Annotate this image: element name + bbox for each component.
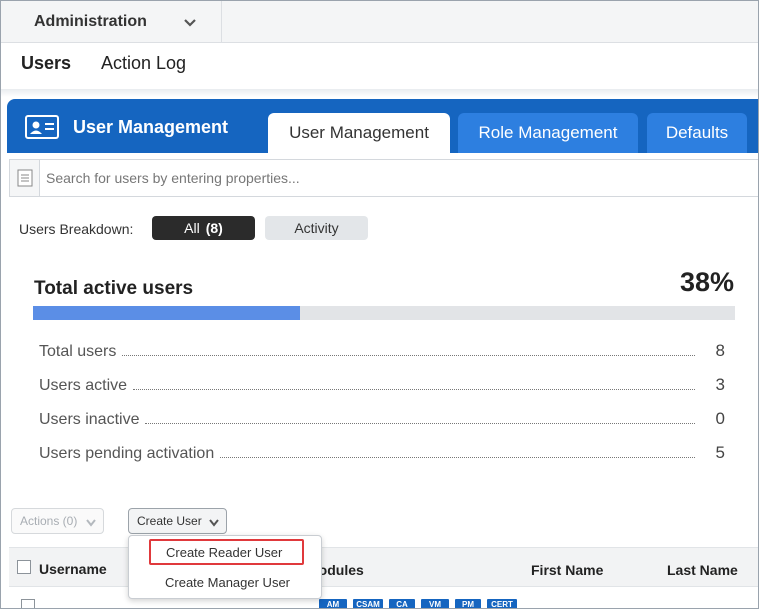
module-badge: CSAM: [353, 599, 383, 608]
summary-percent: 38%: [679, 267, 734, 297]
create-user-button[interactable]: Create User: [128, 508, 227, 534]
app-title: User Management: [73, 117, 229, 137]
stat-leader: [145, 423, 695, 424]
module-badge: AM: [319, 599, 347, 608]
module-selector-label: Administration: [34, 13, 147, 30]
create-manager-user-option[interactable]: Create Manager User: [129, 569, 321, 595]
breakdown-all-label: All: [184, 220, 200, 236]
search-bar: [9, 159, 758, 197]
stat-leader: [133, 389, 695, 390]
users-table-header: Username Modules First Name Last Name: [9, 547, 758, 587]
stat-value: 3: [715, 375, 725, 394]
stat-row: Total users 8: [39, 339, 725, 361]
sub-navigation: Users Action Log: [1, 43, 758, 91]
stat-value: 5: [715, 443, 725, 462]
stat-value: 8: [715, 341, 725, 360]
stat-leader: [220, 457, 695, 458]
create-user-button-label: Create User: [137, 514, 202, 528]
user-card-icon: [25, 115, 59, 139]
stat-label: Users pending activation: [39, 445, 215, 462]
nav-item-action-log[interactable]: Action Log: [101, 53, 186, 74]
list-icon: [17, 169, 32, 187]
stat-value: 0: [715, 409, 725, 428]
chevron-down-icon: [86, 519, 96, 527]
tab-user-management[interactable]: User Management: [268, 113, 450, 153]
chevron-down-icon: [184, 19, 196, 27]
stat-row: Users inactive 0: [39, 407, 725, 429]
select-all-checkbox[interactable]: [17, 560, 31, 574]
module-bar: Administration: [1, 1, 758, 43]
app-header: User Management User Management Role Man…: [7, 99, 758, 153]
stat-label: Total users: [39, 343, 117, 360]
module-selector[interactable]: Administration: [15, 1, 222, 43]
actions-button-label: Actions (0): [20, 514, 78, 528]
create-user-menu: Create Reader User Create Manager User: [128, 535, 322, 599]
active-users-progress: [33, 306, 735, 320]
stat-label: Users active: [39, 377, 128, 394]
breakdown-all-button[interactable]: All (8): [152, 216, 255, 240]
actions-button[interactable]: Actions (0): [11, 508, 104, 534]
chevron-down-icon: [209, 519, 219, 527]
row-checkbox[interactable]: [21, 599, 35, 608]
module-badge: CA: [389, 599, 415, 608]
column-username[interactable]: Username: [39, 561, 107, 577]
search-options-button[interactable]: [10, 160, 40, 196]
breakdown-activity-button[interactable]: Activity: [265, 216, 368, 240]
stat-label: Users inactive: [39, 411, 140, 428]
module-badge: CERT: [487, 599, 517, 608]
app-window: Administration Users Action Log User Man…: [0, 0, 759, 609]
summary-title: Total active users: [34, 278, 194, 299]
stat-row: Users pending activation 5: [39, 441, 725, 463]
search-input[interactable]: [46, 166, 746, 190]
tab-defaults[interactable]: Defaults: [647, 113, 747, 153]
tab-role-management[interactable]: Role Management: [458, 113, 638, 153]
subnav-divider: [1, 89, 758, 97]
breakdown-label: Users Breakdown:: [19, 221, 134, 237]
module-badge: PM: [455, 599, 481, 608]
column-last-name[interactable]: Last Name: [667, 562, 738, 578]
create-reader-user-option[interactable]: Create Reader User: [149, 539, 304, 565]
stat-row: Users active 3: [39, 373, 725, 395]
breakdown-all-count: (8): [205, 220, 223, 236]
progress-fill: [33, 306, 300, 320]
nav-item-users[interactable]: Users: [21, 53, 71, 74]
module-badge: VM: [421, 599, 449, 608]
stat-leader: [122, 355, 695, 356]
column-first-name[interactable]: First Name: [531, 562, 603, 578]
